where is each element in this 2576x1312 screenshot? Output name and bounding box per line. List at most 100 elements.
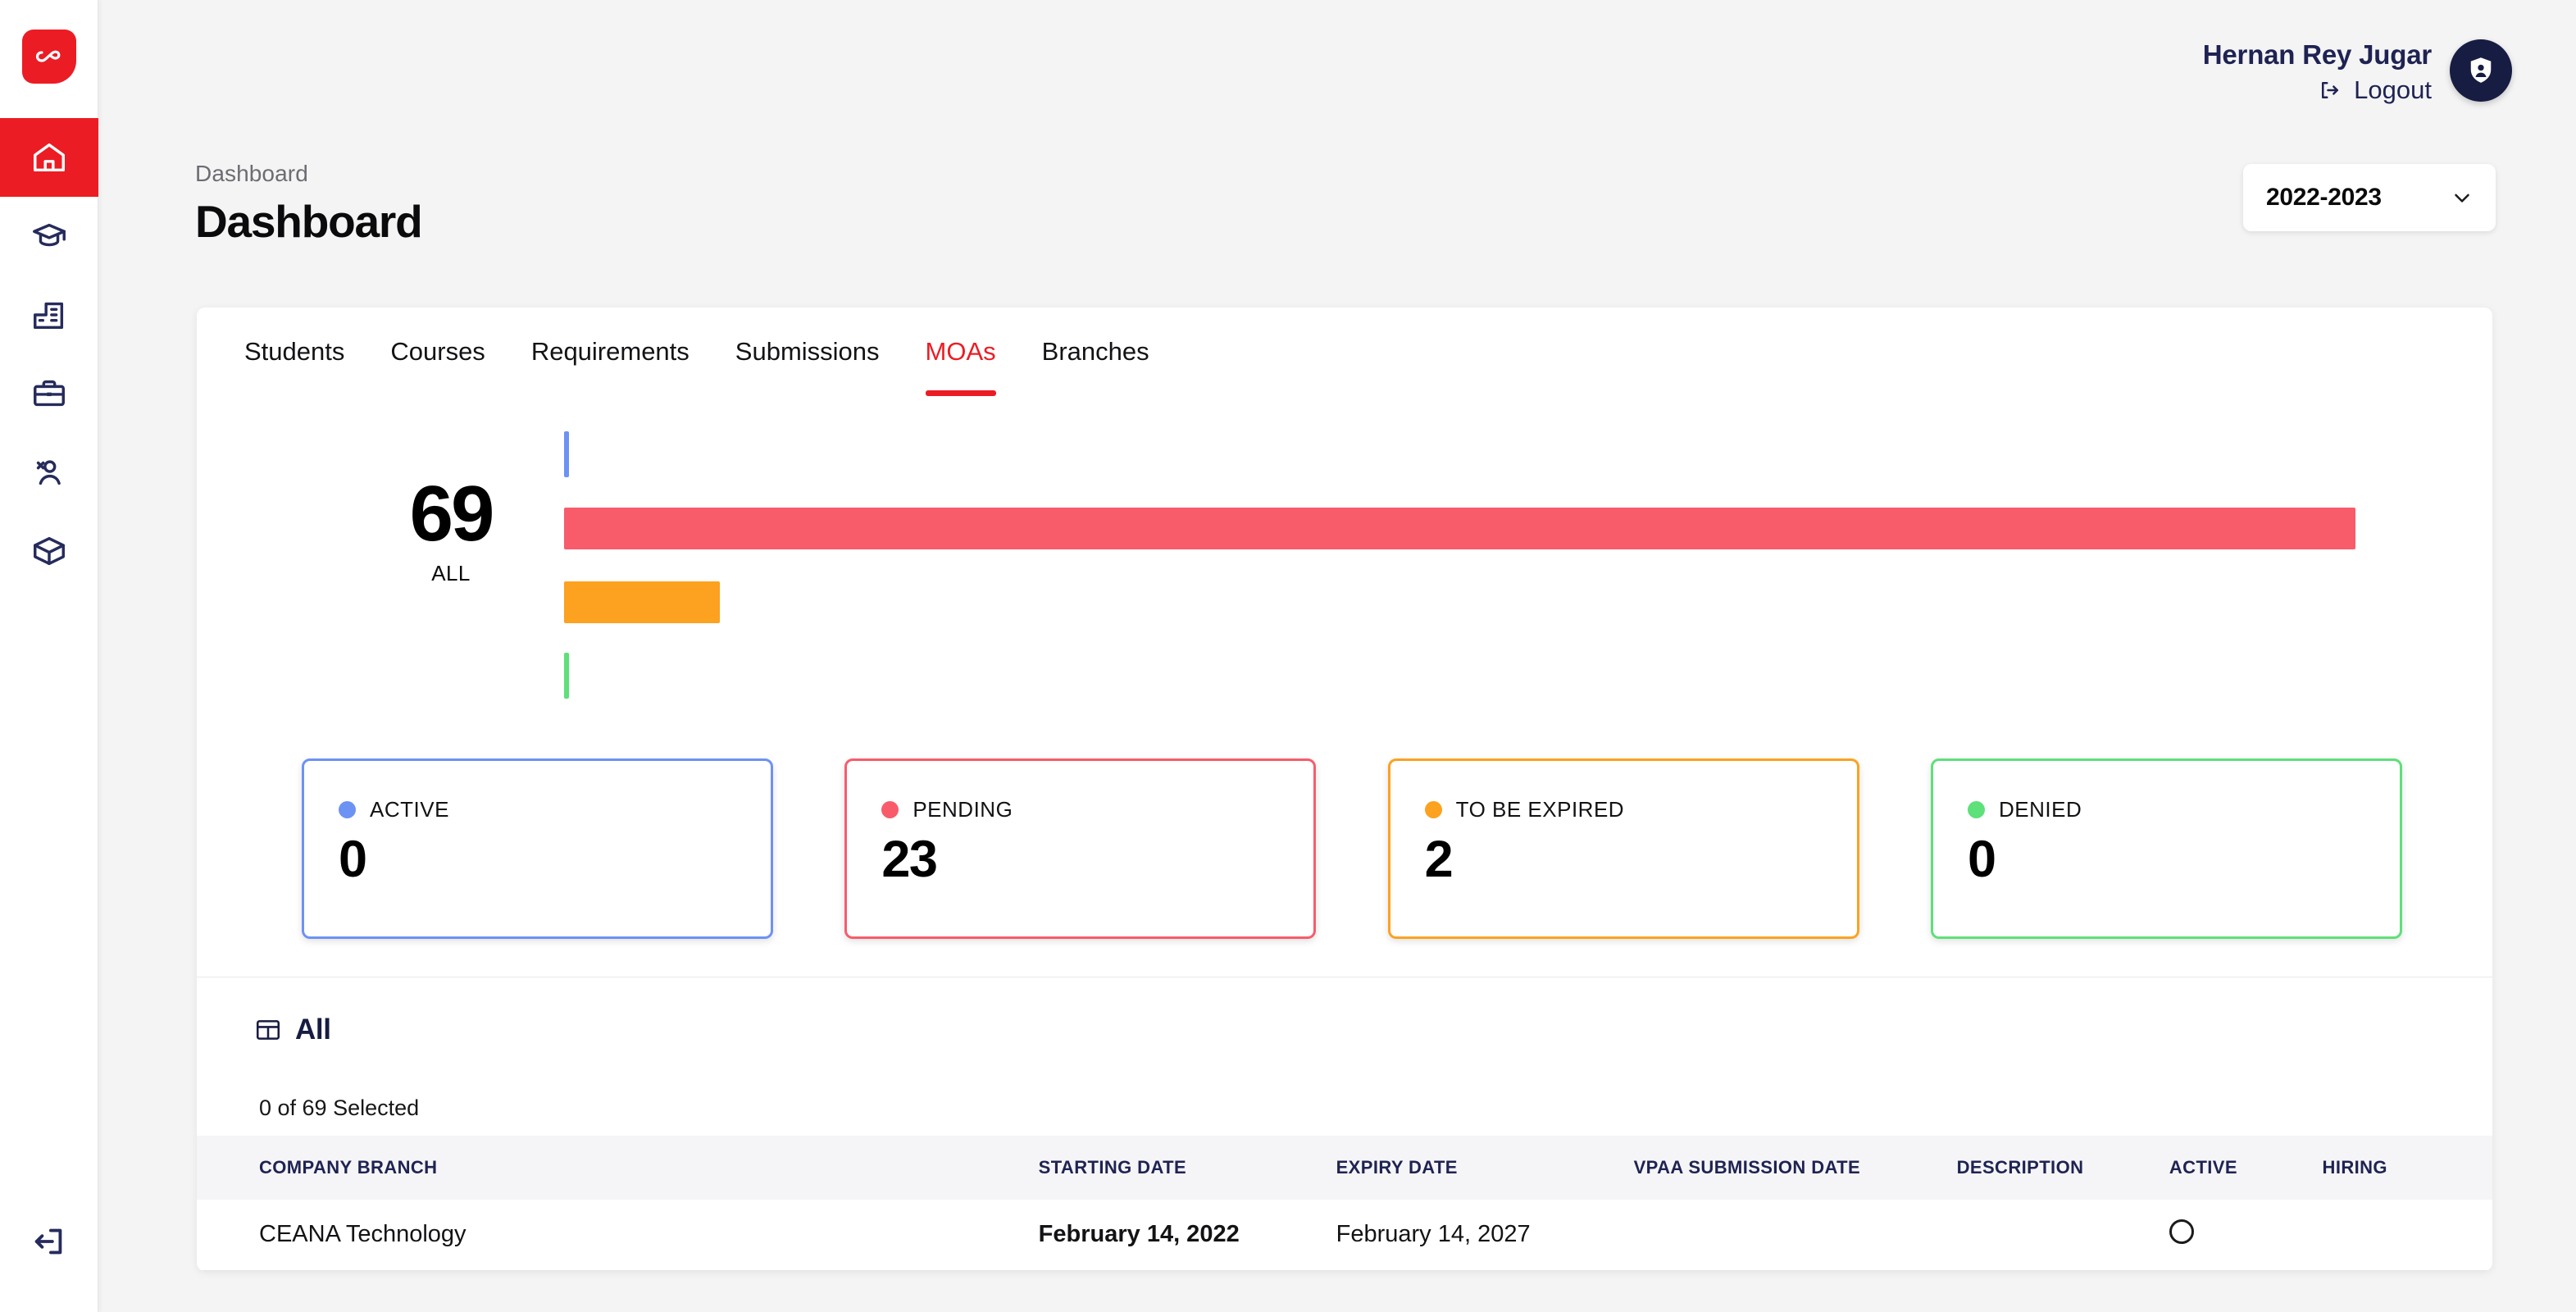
tab-requirements[interactable]: Requirements: [508, 308, 712, 396]
column-active[interactable]: ACTIVE: [2169, 1136, 2323, 1200]
chart-bar-active: [564, 431, 569, 477]
stat-card-head: TO BE EXPIRED: [1425, 797, 1857, 822]
status-dot-to-be-expired: [1425, 801, 1442, 818]
sidebar-item-jobs[interactable]: [0, 354, 98, 433]
stat-card-label: TO BE EXPIRED: [1456, 797, 1624, 822]
cell-description: [1957, 1200, 2169, 1270]
user-text: Hernan Rey Jugar Logout: [2203, 39, 2432, 105]
sidebar-item-companies[interactable]: [0, 276, 98, 354]
stat-card-value: 23: [881, 830, 1313, 889]
stat-card-label: PENDING: [913, 797, 1013, 822]
table-title: All: [295, 1014, 331, 1046]
sidebar-nav: [0, 118, 98, 590]
cell-vpaa-submission-date: [1634, 1200, 1957, 1270]
stat-card-label: DENIED: [1999, 797, 2082, 822]
page-title: Dashboard: [195, 195, 421, 248]
column-description[interactable]: DESCRIPTION: [1957, 1136, 2169, 1200]
chart-bar-pending: [564, 508, 2355, 549]
app-root: Hernan Rey Jugar Logout Dashboard Dashbo…: [0, 0, 2576, 1312]
column-vpaa-submission-date[interactable]: VPAA SUBMISSION DATE: [1634, 1136, 1957, 1200]
brand-logo[interactable]: [22, 30, 76, 84]
status-dot-denied: [1968, 801, 1985, 818]
table-header-row: COMPANY BRANCH STARTING DATE EXPIRY DATE…: [197, 1136, 2492, 1200]
stat-card-head: DENIED: [1968, 797, 2400, 822]
selection-count: 0 of 69 Selected: [197, 1096, 2492, 1121]
table-head: COMPANY BRANCH STARTING DATE EXPIRY DATE…: [197, 1136, 2492, 1200]
cell-hiring: [2323, 1200, 2492, 1270]
page-head: Dashboard Dashboard: [195, 161, 421, 248]
tab-submissions[interactable]: Submissions: [712, 308, 903, 396]
status-dot-pending: [881, 801, 899, 818]
sidebar-item-courses[interactable]: [0, 197, 98, 276]
cell-expiry-date: February 14, 2027: [1336, 1200, 1634, 1270]
moa-table-block: All 0 of 69 Selected COMPANY BRANCH STAR…: [197, 977, 2492, 1271]
people-icon: [30, 453, 68, 491]
sidebar-item-home[interactable]: [0, 118, 98, 197]
sidebar-logout-button[interactable]: [0, 1209, 98, 1274]
column-hiring[interactable]: HIRING: [2323, 1136, 2492, 1200]
column-company-branch[interactable]: COMPANY BRANCH: [197, 1136, 1039, 1200]
school-year-value: 2022-2023: [2266, 184, 2382, 212]
home-icon: [30, 139, 68, 176]
stat-card-active[interactable]: ACTIVE 0: [302, 758, 773, 939]
chart-bar-to-be-expired: [564, 581, 720, 623]
table-row[interactable]: CEANA Technology February 14, 2022 Febru…: [197, 1200, 2492, 1270]
chart-total-value: 69: [361, 476, 541, 551]
stat-card-value: 0: [339, 830, 771, 889]
infinity-logo-icon: [33, 40, 66, 73]
chart-bar-row-to-be-expired: [564, 565, 2355, 639]
tab-moas[interactable]: MOAs: [903, 308, 1019, 396]
breadcrumb: Dashboard: [195, 161, 421, 187]
chart-total-label: ALL: [361, 561, 541, 586]
moa-table: COMPANY BRANCH STARTING DATE EXPIRY DATE…: [197, 1136, 2492, 1271]
avatar[interactable]: [2450, 39, 2512, 102]
status-dot-active: [339, 801, 356, 818]
column-starting-date[interactable]: STARTING DATE: [1039, 1136, 1336, 1200]
box-icon: [30, 532, 68, 570]
logout-icon: [2318, 78, 2342, 102]
chart-bar-row-denied: [564, 639, 2355, 713]
stat-card-label: ACTIVE: [370, 797, 449, 822]
tab-bar: Students Courses Requirements Submission…: [197, 308, 2492, 396]
sidebar: [0, 0, 98, 1312]
logout-label: Logout: [2354, 75, 2432, 105]
user-name: Hernan Rey Jugar: [2203, 39, 2432, 71]
moa-status-chart: 69 ALL: [197, 396, 2492, 740]
logout-button[interactable]: Logout: [2318, 75, 2432, 105]
sidebar-item-packages[interactable]: [0, 512, 98, 590]
building-icon: [30, 296, 68, 334]
active-radio-unchecked-icon[interactable]: [2169, 1219, 2194, 1244]
chart-bar-row-active: [564, 417, 2355, 491]
stat-cards: ACTIVE 0 PENDING 23 TO BE EXPIRED 2: [197, 758, 2492, 939]
chart-bars: [564, 417, 2355, 713]
topbar: Hernan Rey Jugar Logout: [98, 0, 2576, 156]
school-year-select[interactable]: 2022-2023: [2243, 164, 2496, 231]
graduation-cap-icon: [30, 217, 68, 255]
tab-courses[interactable]: Courses: [367, 308, 507, 396]
cell-active: [2169, 1200, 2323, 1270]
cell-company-branch: CEANA Technology: [197, 1200, 1039, 1270]
chart-total-block: 69 ALL: [361, 476, 541, 586]
chart-bar-row-pending: [564, 491, 2355, 565]
table-grid-icon: [254, 1016, 282, 1044]
stat-card-pending[interactable]: PENDING 23: [844, 758, 1316, 939]
sidebar-item-users[interactable]: [0, 433, 98, 512]
shield-person-icon: [2464, 53, 2498, 88]
stat-card-to-be-expired[interactable]: TO BE EXPIRED 2: [1388, 758, 1859, 939]
table-title-row: All: [197, 1014, 2492, 1046]
stat-card-head: PENDING: [881, 797, 1313, 822]
chevron-down-icon: [2450, 185, 2474, 210]
briefcase-icon: [30, 375, 68, 412]
cell-starting-date: February 14, 2022: [1039, 1200, 1336, 1270]
chart-bar-denied: [564, 653, 569, 699]
tab-students[interactable]: Students: [221, 308, 367, 396]
user-block: Hernan Rey Jugar Logout: [2203, 39, 2512, 105]
stat-card-denied[interactable]: DENIED 0: [1931, 758, 2402, 939]
stat-card-value: 2: [1425, 830, 1857, 889]
logout-arrow-icon: [30, 1223, 68, 1260]
column-expiry-date[interactable]: EXPIRY DATE: [1336, 1136, 1634, 1200]
table-body: CEANA Technology February 14, 2022 Febru…: [197, 1200, 2492, 1270]
stat-card-head: ACTIVE: [339, 797, 771, 822]
stat-card-value: 0: [1968, 830, 2400, 889]
tab-branches[interactable]: Branches: [1019, 308, 1172, 396]
